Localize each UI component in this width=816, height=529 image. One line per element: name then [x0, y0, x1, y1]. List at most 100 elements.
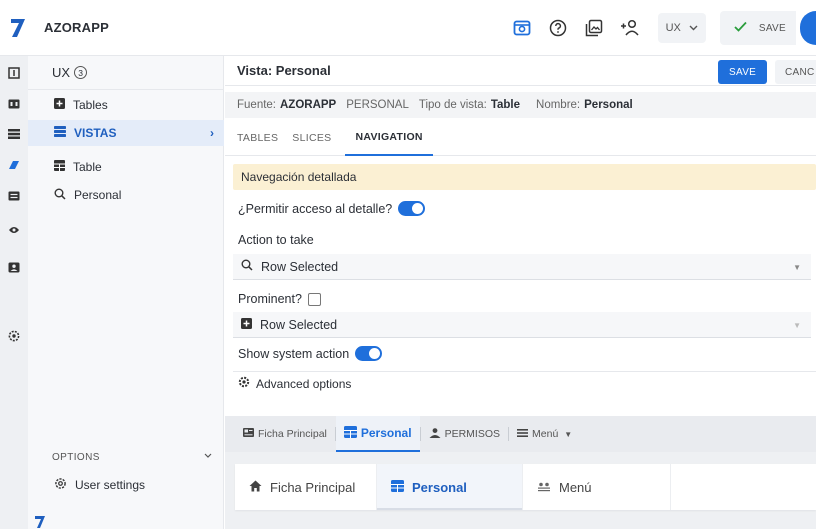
action-select-value: Row Selected	[261, 259, 339, 274]
sidebar-item-label: Personal	[74, 188, 122, 202]
ux-select-label: UX	[665, 22, 681, 34]
search-icon	[241, 259, 253, 274]
preview-tab-label: PERMISOS	[444, 428, 501, 440]
app-logo[interactable]	[0, 0, 36, 56]
section-banner: Navegación detallada	[233, 164, 816, 190]
preview-nav-ficha[interactable]: Ficha Principal	[235, 464, 377, 510]
gear-icon	[238, 376, 250, 391]
top-save-button[interactable]: SAVE	[719, 11, 796, 45]
show-system-toggle[interactable]	[355, 346, 383, 361]
sidebar-item-label: VISTAS	[74, 126, 117, 140]
prominent-select[interactable]: Row Selected ▼	[233, 312, 811, 338]
stack-icon	[54, 126, 66, 140]
search-icon	[54, 188, 66, 203]
caret-down-icon: ▼	[793, 263, 801, 272]
menu-icon	[517, 428, 529, 440]
icon-rail	[0, 56, 28, 529]
preview-nav-label: Personal	[412, 479, 467, 495]
people-icon	[537, 480, 551, 495]
help-icon[interactable]	[542, 12, 574, 44]
person-icon	[429, 427, 441, 441]
preview-tab-label: Ficha Principal	[258, 428, 327, 440]
divider	[233, 371, 816, 372]
meta-type-value: Table	[490, 99, 521, 111]
view-tabs: TABLES SLICES NAVIGATION	[225, 120, 816, 156]
prominent-label: Prominent?	[238, 292, 302, 306]
prominent-checkbox[interactable]	[307, 292, 321, 306]
top-save-label: SAVE	[758, 22, 786, 34]
user-settings-label: User settings	[75, 478, 146, 492]
preview-nav-menu[interactable]: Menú	[523, 464, 671, 510]
sidebar-item-personal[interactable]: Personal	[28, 182, 224, 208]
view-meta: Fuente: AZORAPP PERSONAL Tipo de vista: …	[225, 92, 816, 118]
preview-tab-personal[interactable]: Personal	[335, 416, 420, 452]
sidebar-item-tables[interactable]: Tables	[28, 92, 224, 118]
sidebar-item-vistas[interactable]: VISTAS ›	[28, 120, 224, 146]
advanced-options-label: Advanced options	[256, 376, 352, 391]
allow-detail-label: ¿Permitir acceso al detalle?	[238, 201, 393, 216]
table-icon	[391, 479, 404, 495]
show-system-row: Show system action	[238, 346, 383, 361]
preview-tab-menu[interactable]: Menú ▼	[509, 416, 580, 452]
sidebar-header-label: UX	[52, 65, 71, 80]
ux-select[interactable]: UX	[657, 13, 706, 43]
sidebar-item-label: Tables	[73, 98, 108, 112]
sidebar: UX 3 Tables VISTAS › Table Personal OPTI…	[28, 56, 224, 529]
home-icon	[249, 480, 262, 495]
advanced-options-link[interactable]: Advanced options	[238, 376, 351, 391]
chevron-down-icon	[204, 450, 212, 461]
top-actions: UX SAVE	[506, 0, 816, 56]
options-section[interactable]: OPTIONS	[28, 446, 224, 468]
preview-nav-label: Ficha Principal	[270, 479, 356, 495]
save-button[interactable]: SAVE	[718, 60, 768, 84]
top-bar: AZORAPP UX SAVE	[0, 0, 816, 56]
sidebar-item-label: Table	[73, 160, 102, 174]
preview-tab-ficha[interactable]: Ficha Principal	[235, 416, 335, 452]
meta-source-label: Fuente:	[237, 99, 276, 111]
tab-tables[interactable]: TABLES	[237, 120, 278, 156]
prominent-row: Prominent?	[238, 292, 321, 306]
palette-icon[interactable]	[6, 222, 22, 238]
settings-icon[interactable]	[6, 328, 22, 344]
meta-name-label: Nombre:	[536, 99, 581, 111]
sidebar-item-table[interactable]: Table	[28, 154, 224, 180]
caret-down-icon: ▼	[564, 429, 573, 439]
preview-icon[interactable]	[506, 12, 538, 44]
tab-navigation[interactable]: NAVIGATION	[345, 120, 433, 156]
page-title: Vista: Personal	[237, 63, 331, 78]
action-to-take-label: Action to take	[238, 233, 314, 247]
prominent-select-value: Row Selected	[260, 317, 338, 332]
preview-nav-bar: Ficha Principal Personal Menú	[235, 464, 816, 510]
check-icon	[734, 21, 747, 35]
meta-table-name: PERSONAL	[346, 99, 409, 111]
list-icon[interactable]	[6, 126, 22, 142]
chevron-down-icon	[689, 22, 698, 34]
preview-tabs: Ficha Principal Personal PERMISOS Menú ▼	[225, 416, 816, 452]
data-icon[interactable]	[6, 65, 22, 81]
document-icon[interactable]	[6, 188, 22, 204]
grid-card-icon	[243, 428, 254, 440]
add-user-icon[interactable]	[614, 12, 646, 44]
gallery-icon[interactable]	[578, 12, 610, 44]
sidebar-header: UX 3	[28, 56, 223, 90]
app-name: AZORAPP	[44, 20, 109, 35]
tab-slices[interactable]: SLICES	[292, 120, 331, 156]
meta-source-value: AZORAPP	[280, 99, 337, 111]
cancel-button[interactable]: CANC	[775, 60, 816, 84]
preview-tab-label: Menú	[532, 428, 559, 440]
count-badge: 3	[74, 66, 88, 79]
allow-detail-toggle[interactable]	[398, 201, 426, 216]
avatar[interactable]	[800, 11, 816, 45]
action-select[interactable]: Row Selected ▼	[233, 254, 811, 280]
actions-icon[interactable]	[6, 157, 22, 173]
views-icon[interactable]	[6, 96, 22, 112]
user-settings-link[interactable]: User settings	[28, 474, 224, 496]
preview-tab-permisos[interactable]: PERMISOS	[421, 416, 508, 452]
preview-nav-personal[interactable]: Personal	[377, 464, 523, 510]
account-box-icon[interactable]	[6, 259, 22, 275]
options-label: OPTIONS	[52, 451, 100, 463]
action-to-take-text: Action to take	[238, 233, 314, 247]
chevron-right-icon: ›	[210, 126, 214, 140]
app-preview: Ficha Principal Personal PERMISOS Menú ▼…	[225, 416, 816, 529]
meta-name-value: Personal	[584, 99, 633, 111]
